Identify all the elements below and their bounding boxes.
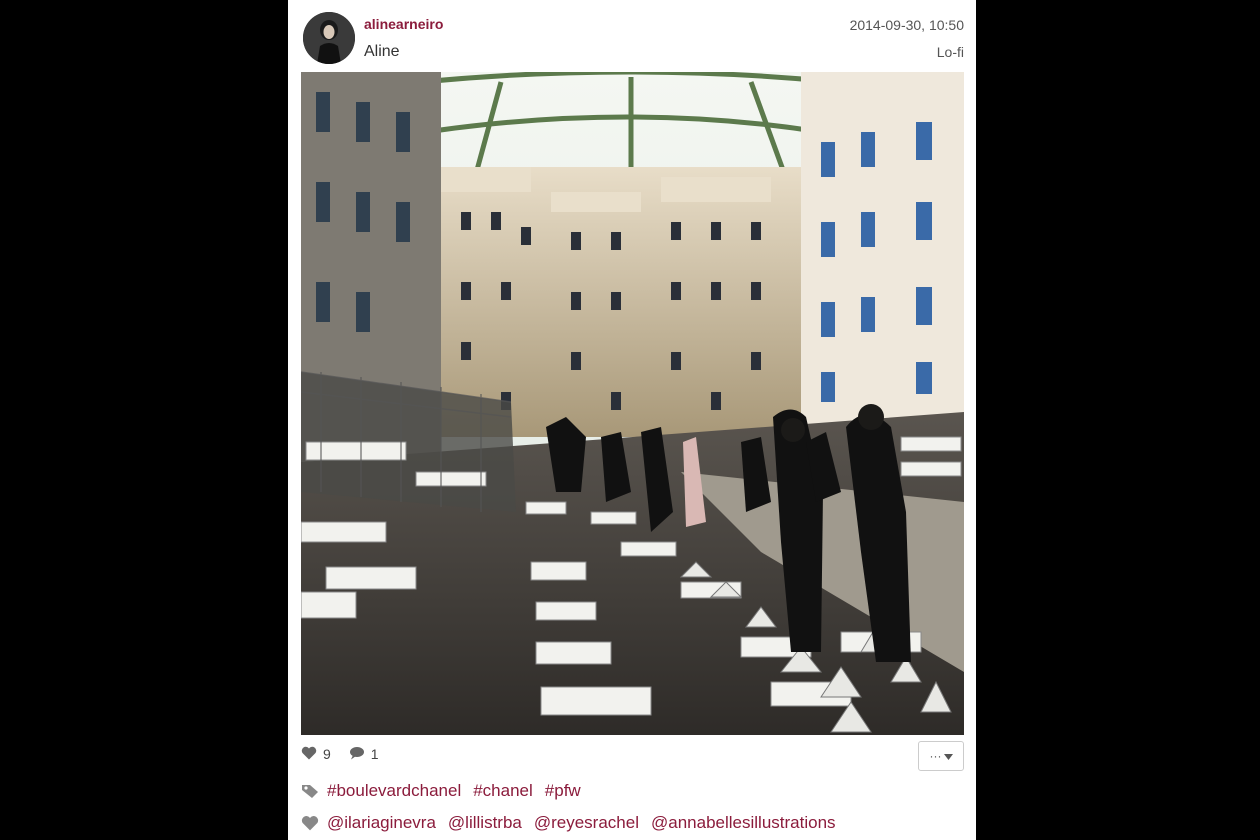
comment-count: 1: [370, 746, 379, 762]
username-link[interactable]: alinearneiro: [364, 16, 443, 32]
post-stats: 9 1: [301, 744, 379, 764]
like-count: 9: [323, 746, 331, 762]
avatar[interactable]: [303, 12, 355, 64]
heart-icon: [301, 814, 321, 832]
post-timestamp: 2014-09-30, 10:50: [849, 17, 964, 33]
post-photo[interactable]: [301, 72, 964, 735]
comment-icon[interactable]: [349, 746, 365, 763]
user-link[interactable]: @lillistrba: [448, 813, 522, 833]
more-options-button[interactable]: ···: [918, 741, 964, 771]
chevron-down-icon: [943, 749, 953, 763]
more-label: ···: [929, 749, 942, 763]
heart-icon[interactable]: [301, 746, 317, 763]
user-link[interactable]: @annabellesillustrations: [651, 813, 836, 833]
user-link[interactable]: @ilariaginevra: [327, 813, 436, 833]
hashtag-link[interactable]: #boulevardchanel: [327, 781, 461, 801]
hashtag-link[interactable]: #pfw: [545, 781, 581, 801]
photo-filter: Lo-fi: [936, 44, 964, 60]
photo-illustration: [301, 72, 964, 735]
users-row: @ilariaginevra @lillistrba @reyesrachel …: [301, 811, 848, 835]
hashtag-link[interactable]: #chanel: [473, 781, 533, 801]
user-link[interactable]: @reyesrachel: [534, 813, 639, 833]
tags-row: #boulevardchanel #chanel #pfw: [301, 779, 593, 803]
post-card: alinearneiro Aline 2014-09-30, 10:50 Lo-…: [288, 0, 976, 840]
tag-icon: [301, 782, 321, 800]
display-name: Aline: [364, 43, 400, 60]
